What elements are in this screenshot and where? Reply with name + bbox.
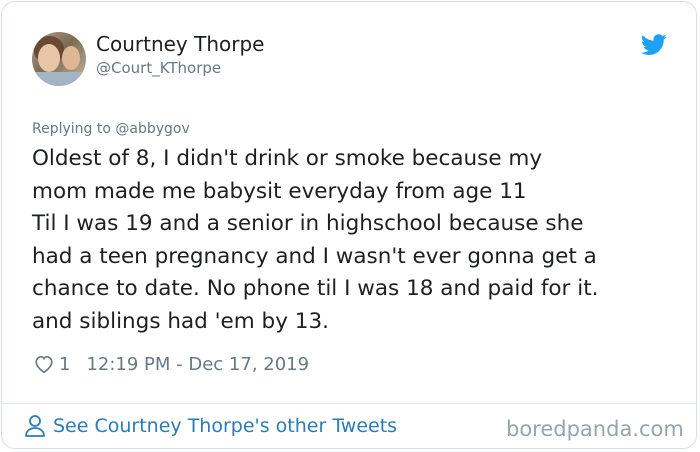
person-icon (25, 415, 45, 437)
tweet-text-line: chance to date. No phone til I was 18 an… (32, 276, 599, 302)
tweet-text-line: Oldest of 8, I didn't drink or smoke bec… (32, 146, 543, 171)
author-handle[interactable]: @Court_KThorpe (96, 59, 221, 77)
see-other-tweets-label[interactable]: See Courtney Thorpe's other Tweets (53, 415, 397, 437)
timestamp[interactable]: 12:19 PM - Dec 17, 2019 (86, 354, 309, 375)
brand-watermark: boredpanda.com (506, 417, 684, 441)
author-name[interactable]: Courtney Thorpe (96, 32, 264, 56)
tweet-meta: 1 12:19 PM - Dec 17, 2019 (33, 352, 309, 376)
divider (1, 403, 697, 404)
tweet-text-line: and siblings had 'em by 13. (32, 308, 329, 334)
tweet-text-line: Til I was 19 and a senior in highschool … (32, 211, 584, 237)
avatar[interactable] (32, 32, 86, 86)
tweet-text-line: had a teen pregnancy and I wasn't ever g… (32, 243, 597, 269)
replying-to[interactable]: Replying to @abbygov (32, 121, 190, 137)
tweet-text: Oldest of 8, I didn't drink or smoke bec… (32, 143, 682, 339)
like-count[interactable]: 1 (59, 354, 70, 375)
heart-icon[interactable] (33, 353, 55, 375)
tweet-text-line: mom made me babysit everyday from age 11 (32, 178, 527, 204)
see-other-tweets-link[interactable]: See Courtney Thorpe's other Tweets (24, 414, 397, 438)
twitter-bird-icon[interactable] (641, 34, 667, 56)
